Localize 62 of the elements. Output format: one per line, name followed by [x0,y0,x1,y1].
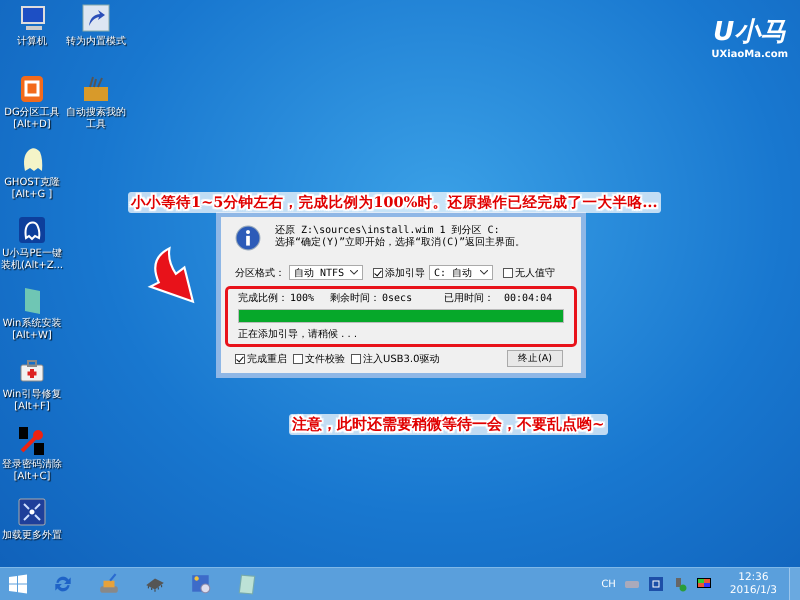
shortcut-label: 工具 [86,118,106,130]
desktop-shortcut[interactable]: 登录密码清除 [Alt+C] [0,425,64,496]
shortcut-label: 登录密码清除 [2,459,62,471]
logo-subtitle: UXiaoMa.com [711,49,788,60]
shortcut-label: [Alt+D] [13,118,51,130]
format-label: 分区格式： [235,266,285,280]
shortcut-label: 自动搜索我的 [66,106,126,118]
show-desktop-button[interactable] [789,568,800,600]
shortcut-label: [Alt+W] [12,330,52,342]
elapsed-label: 已用时间： [444,292,494,305]
shortcut-label: U小马PE一键 [2,248,62,260]
option-checkbox[interactable]: 完成重启 [235,352,287,366]
add-boot-checkbox[interactable]: 添加引导 [373,266,425,280]
remaining-label: 剩余时间： [330,292,380,305]
shortcut-label: [Alt+F] [14,400,50,412]
shortcut-label: DG分区工具 [4,106,60,118]
caption-text: 小小等待1~5分钟左右，完成比例为100%时。还原操作已经完成了一大半咯... [128,192,661,213]
clock-date[interactable]: 2016/1/3 [730,584,777,597]
caret-icon [480,270,488,275]
shortcut-label: [Alt+G ] [12,189,52,201]
boot-dropdown[interactable]: C: 自动 [429,265,493,280]
language-indicator[interactable]: CH [601,578,616,590]
elapsed-value: 00:04:04 [504,292,552,304]
remaining-value: 0secs [382,292,414,304]
shortcut-label: GHOST克隆 [4,177,60,189]
logo-text: U小马 [713,16,786,49]
disk-cleanup-icon[interactable] [98,573,120,595]
info-icon [235,225,261,251]
image-tool-icon[interactable] [190,573,212,595]
desktop-shortcut[interactable]: Win系统安装 [Alt+W] [0,284,64,354]
unattended-checkbox[interactable]: 无人值守 [503,266,555,280]
start-icon[interactable] [8,574,28,594]
shortcut-label: 装机(Alt+Z... [0,260,64,272]
progress-value: 100% [290,292,316,304]
shortcut-label: 转为内置模式 [66,36,126,48]
desktop-shortcut[interactable]: U小马PE一键 装机(Alt+Z... [0,214,64,284]
clock-time[interactable]: 12:36 [738,571,769,584]
shortcut-label: [Alt+C] [14,471,50,483]
expand-icon [16,496,48,528]
shortcut-label: 计算机 [17,36,47,48]
caret-icon [350,270,358,275]
option-checkbox[interactable]: 注入USB3.0驱动 [351,352,440,366]
desktop-shortcut[interactable]: GHOST克隆 [Alt+G ] [0,143,64,214]
progress-label: 完成比例： [238,292,288,305]
desktop-shortcut[interactable]: 加载更多外置 [0,496,64,566]
desktop-shortcut[interactable]: 转为内置模式 [64,2,128,72]
network-icon[interactable] [648,576,664,592]
format-dropdown[interactable]: 自动 NTFS [289,265,363,280]
notepad-icon[interactable] [236,573,258,595]
option-checkbox[interactable]: 文件校验 [293,352,345,366]
shortcut-label: 加载更多外置 [2,530,62,542]
desktop-shortcut[interactable]: 自动搜索我的 工具 [64,72,128,143]
dialog-message: 还原 Z:\sources\install.wim 1 到分区 C: [275,225,501,236]
dialog-message: 选择“确定(Y)”立即开始，选择“取消(C)”返回主界面。 [275,237,526,249]
desktop-shortcut[interactable]: 计算机 [0,2,64,72]
shortcut-label: Win引导修复 [2,388,62,400]
stop-button[interactable]: 终止(A) [507,350,563,367]
desktop-shortcut[interactable]: Win引导修复 [Alt+F] [0,354,64,425]
shortcut-label: Win系统安装 [2,318,62,330]
desktop-shortcut[interactable]: DG分区工具 [Alt+D] [0,72,64,143]
status-text: 正在添加引导，请稍候 . . . [238,329,358,340]
note-text: 注意，此时还需要稍微等待一会，不要乱点哟~ [289,414,608,435]
